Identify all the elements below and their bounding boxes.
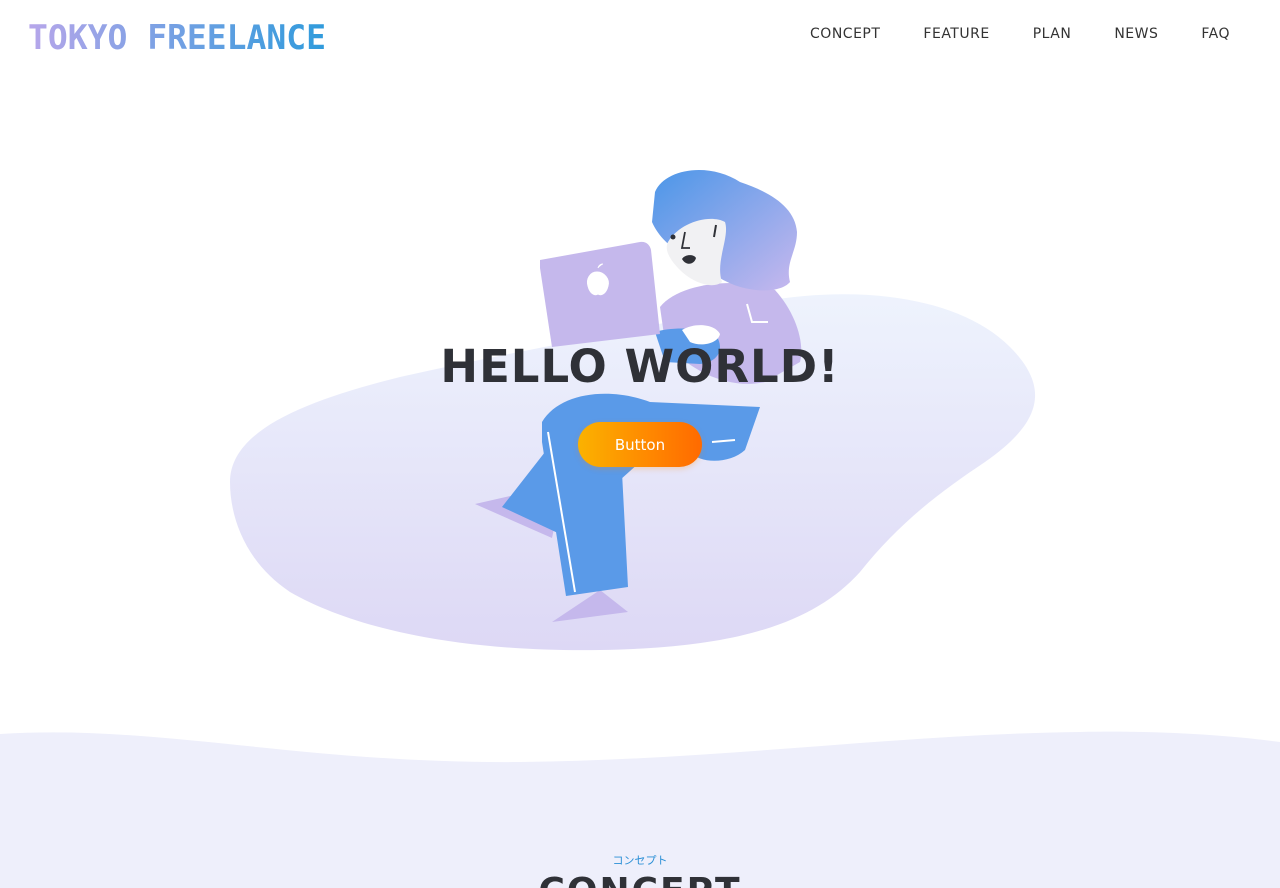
nav-item-plan[interactable]: PLAN	[1033, 22, 1072, 46]
nav-item-news[interactable]: NEWS	[1114, 22, 1158, 46]
woman-with-laptop-illustration	[230, 169, 1036, 651]
concept-subtitle: コンセプト	[612, 854, 668, 867]
logo-text: TOKYO FREELANCE	[28, 18, 326, 58]
main-nav: CONCEPT FEATURE PLAN NEWS FAQ	[810, 22, 1230, 46]
eye-left	[670, 234, 676, 240]
site-logo[interactable]: TOKYO FREELANCE	[28, 14, 328, 58]
hero-section: HELLO WORLD! Button	[0, 72, 1280, 732]
landing-page: TOKYO FREELANCE CONCEPT FEATURE PLAN NEW…	[0, 0, 1280, 888]
nav-item-concept[interactable]: CONCEPT	[810, 22, 880, 46]
site-header: TOKYO FREELANCE CONCEPT FEATURE PLAN NEW…	[0, 0, 1280, 72]
concept-section: コンセプト CONCEPT	[0, 724, 1280, 888]
logo-svg: TOKYO FREELANCE	[28, 18, 326, 58]
hero-title: HELLO WORLD!	[440, 340, 840, 393]
nav-item-feature[interactable]: FEATURE	[923, 22, 989, 46]
nav-item-faq[interactable]: FAQ	[1201, 22, 1230, 46]
concept-title: CONCEPT	[0, 870, 1280, 888]
hero-cta-button[interactable]: Button	[578, 422, 702, 467]
